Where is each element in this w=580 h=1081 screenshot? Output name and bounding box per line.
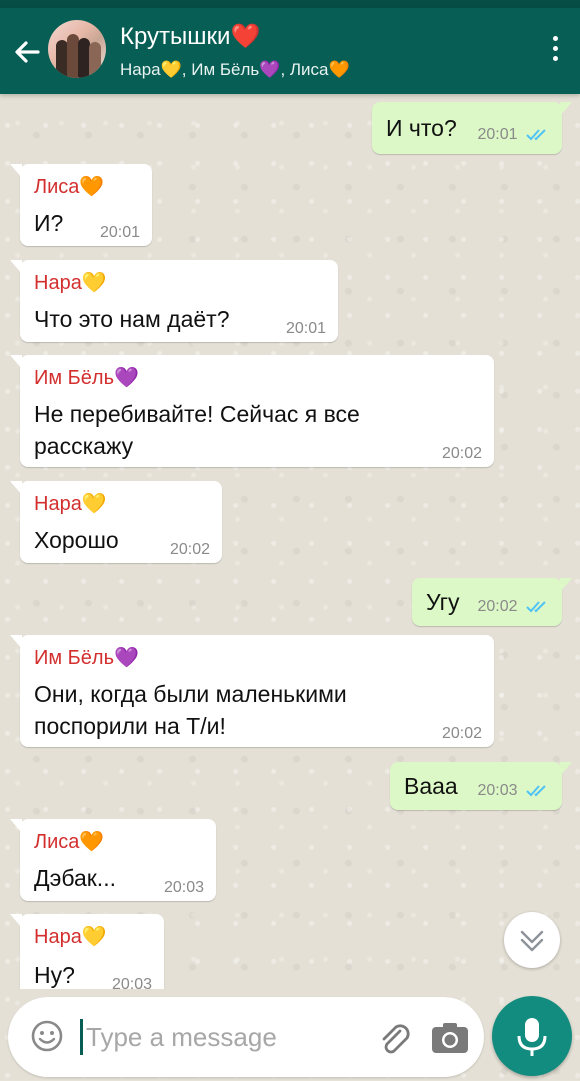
double-check-icon [526,129,546,141]
message-bubble[interactable]: Лиса🧡 И? 20:01 [10,164,152,246]
camera-icon[interactable] [430,1021,470,1055]
paperclip-icon[interactable] [374,1019,414,1059]
message-text: Ну? [34,962,75,988]
sender-name: Лиса🧡 [34,831,105,853]
message-bubble[interactable]: Лиса🧡 Дэбак... 20:03 [10,819,216,901]
message-bubble[interactable]: Нара💛 Хорошо 20:02 [10,481,222,563]
message-text-line: расскажу [34,433,134,459]
message-time: 20:01 [477,126,518,143]
chat-title[interactable]: Крутышки❤️ [120,22,260,51]
message-text: Дэбак... [34,865,116,891]
message-text: И? [34,210,64,236]
voice-record-button[interactable] [492,996,572,1076]
message-time: 20:01 [285,320,326,337]
message-bubble[interactable]: И что? 20:01 [372,102,572,154]
message-text: Угу [426,589,460,615]
more-vert-icon[interactable] [550,36,560,66]
message-bubble[interactable]: Нара💛 Что это нам даёт? 20:01 [10,260,338,342]
message-clip: Нара💛 Ну? 20:03 [0,905,580,989]
microphone-icon [517,1018,547,1056]
message-text-line: поспорили на Т/и! [34,713,226,739]
message-bubble[interactable]: Им Бёль💜 Не перебивайте! Сейчас я все ра… [10,355,494,467]
message-composer [8,997,484,1077]
message-meta: 20:02 [478,598,551,616]
message-meta: 20:01 [478,126,551,144]
message-time: 20:03 [477,782,518,799]
message-bubble[interactable]: Угу 20:02 [412,578,572,626]
sender-name: Лиса🧡 [34,176,105,198]
chat-participants[interactable]: Нара💛, Им Бёль💜, Лиса🧡 [120,60,350,80]
message-time: 20:02 [441,725,482,742]
message-text: Хорошо [34,527,119,553]
message-meta: 20:03 [478,782,551,800]
message-time: 20:03 [163,879,204,896]
message-bubble[interactable]: Вааа 20:03 [390,762,572,810]
double-check-icon [526,785,546,797]
sender-name: Нара💛 [34,493,107,515]
message-text: Что это нам даёт? [34,306,230,332]
sender-name: Им Бёль💜 [34,367,139,389]
message-time: 20:03 [111,976,152,989]
message-bubble[interactable]: Нара💛 Ну? 20:03 [10,914,164,989]
scroll-to-bottom-button[interactable] [504,912,560,968]
message-bubble[interactable]: Им Бёль💜 Они, когда были маленькими посп… [10,635,494,747]
message-time: 20:01 [99,224,140,241]
sender-name: Нара💛 [34,926,107,948]
status-bar [0,0,580,8]
sender-name: Нара💛 [34,272,107,294]
message-text: И что? [386,115,457,141]
message-input[interactable] [86,1015,346,1059]
group-avatar[interactable] [48,20,106,78]
message-text-line: Не перебивайте! Сейчас я все [34,401,360,427]
message-time: 20:02 [477,598,518,615]
message-text-line: Они, когда были маленькими [34,681,347,707]
chat-header: Крутышки❤️ Нара💛, Им Бёль💜, Лиса🧡 [0,8,580,94]
sender-name: Им Бёль💜 [34,647,139,669]
chevrons-down-icon [520,930,544,952]
message-text: Вааа [404,773,458,799]
message-time: 20:02 [169,541,210,558]
message-time: 20:02 [441,445,482,462]
double-check-icon [526,601,546,613]
emoji-icon[interactable] [30,1019,64,1053]
arrow-left-icon[interactable] [8,32,48,72]
text-cursor [80,1019,83,1055]
